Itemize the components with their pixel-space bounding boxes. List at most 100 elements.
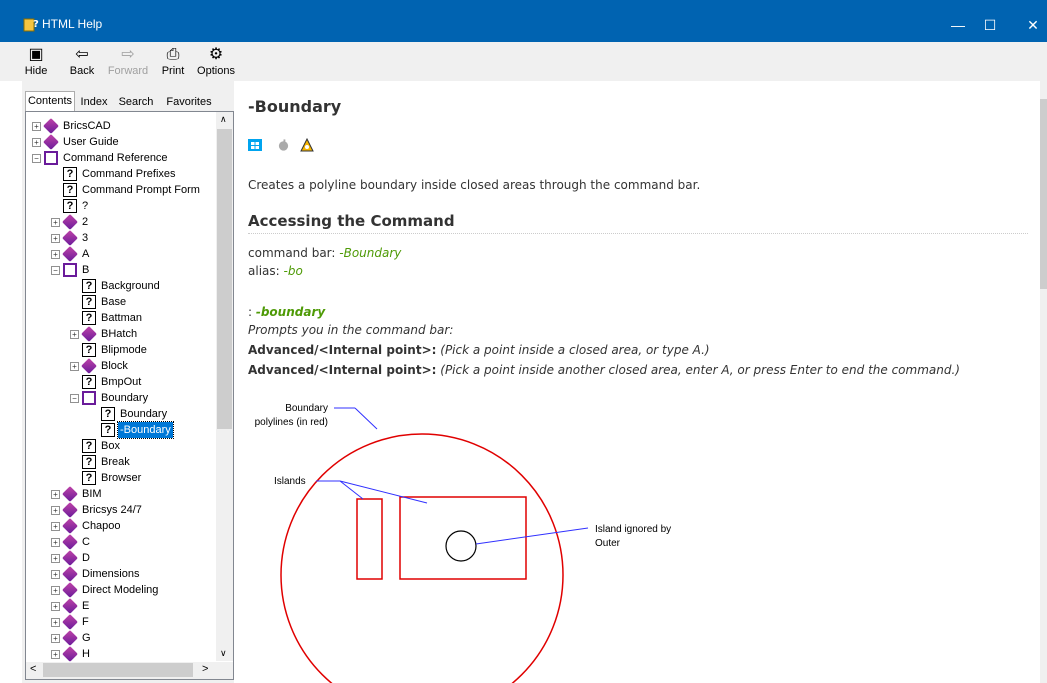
tree-item-label: Dimensions xyxy=(82,568,140,580)
tree-item-label: Direct Modeling xyxy=(82,584,159,596)
scroll-left-icon[interactable]: < xyxy=(30,663,36,675)
navigation-pane: Contents Index Search Favorites + BricsCA… xyxy=(22,81,234,683)
expand-icon[interactable]: + xyxy=(51,490,60,499)
scroll-up-icon[interactable]: ∧ xyxy=(220,114,227,125)
topic-page-icon: ? xyxy=(82,439,96,453)
topic-page-icon: ? xyxy=(82,311,96,325)
tree-item-label: Box xyxy=(101,440,120,452)
options-button[interactable]: ⚙ Options xyxy=(197,45,235,77)
alias-value: -bo xyxy=(283,264,303,278)
print-button[interactable]: ⎙ Print xyxy=(158,45,188,77)
tab-search[interactable]: Search xyxy=(115,93,157,111)
tree-item-label: H xyxy=(82,648,90,660)
tab-index[interactable]: Index xyxy=(77,93,111,111)
forward-arrow-icon: ⇨ xyxy=(121,46,135,63)
back-arrow-icon: ⇦ xyxy=(75,46,89,63)
expand-icon[interactable]: + xyxy=(51,618,60,627)
expand-icon[interactable]: + xyxy=(51,522,60,531)
expand-icon[interactable]: + xyxy=(70,330,79,339)
print-label: Print xyxy=(161,65,185,77)
closed-book-icon xyxy=(43,134,59,150)
back-button[interactable]: ⇦ Back xyxy=(67,45,97,77)
closed-book-icon xyxy=(62,550,78,566)
tree-horizontal-scrollbar[interactable]: < > xyxy=(26,662,233,679)
tree-hscroll-thumb[interactable] xyxy=(43,663,193,677)
content-scroll-thumb[interactable] xyxy=(1040,99,1047,289)
collapse-icon[interactable]: − xyxy=(51,266,60,275)
toolbar: ▣ Hide ⇦ Back ⇨ Forward ⎙ Print ⚙ Option… xyxy=(0,42,1047,81)
expand-icon[interactable]: + xyxy=(51,538,60,547)
expand-icon[interactable]: + xyxy=(32,122,41,131)
scroll-right-icon[interactable]: > xyxy=(202,663,208,675)
tree-vertical-scrollbar[interactable]: ∧ ∨ xyxy=(216,112,233,661)
tree-item-label: Chapoo xyxy=(82,520,121,532)
option2-label: Advanced/<Internal point>: xyxy=(248,363,437,377)
expand-icon[interactable]: + xyxy=(70,362,79,371)
expand-icon[interactable]: + xyxy=(51,570,60,579)
expand-icon[interactable]: + xyxy=(51,554,60,563)
tree-item-label: Background xyxy=(101,280,160,292)
closed-book-icon xyxy=(62,502,78,518)
closed-book-icon xyxy=(62,486,78,502)
topic-page-icon: ? xyxy=(82,455,96,469)
tab-favorites[interactable]: Favorites xyxy=(163,93,215,111)
tab-contents[interactable]: Contents xyxy=(25,91,75,112)
label-polylines: polylines (in red) xyxy=(255,417,328,428)
closed-book-icon xyxy=(62,598,78,614)
island-ignored-leader xyxy=(475,527,589,545)
command-bar-label: command bar: xyxy=(248,246,336,260)
expand-icon[interactable]: + xyxy=(51,234,60,243)
alias-line: alias: -bo xyxy=(248,264,303,278)
topic-page-icon: ? xyxy=(82,295,96,309)
expand-icon[interactable]: + xyxy=(51,602,60,611)
tree-item-label: 3 xyxy=(82,232,89,244)
closed-book-icon xyxy=(62,566,78,582)
close-button[interactable]: ✕ xyxy=(1018,12,1047,38)
command-bar-line: command bar: -Boundary xyxy=(248,246,401,260)
option2-text: (Pick a point inside another closed area… xyxy=(440,363,960,377)
option-line-1: Advanced/<Internal point>: (Pick a point… xyxy=(248,343,710,357)
scroll-down-icon[interactable]: ∨ xyxy=(220,648,227,659)
forward-button[interactable]: ⇨ Forward xyxy=(106,45,150,77)
expand-icon[interactable]: + xyxy=(51,650,60,659)
tree-scroll-thumb[interactable] xyxy=(217,129,232,429)
nav-tabs: Contents Index Search Favorites xyxy=(25,91,232,112)
boundary-leader-2 xyxy=(354,407,378,430)
expand-icon[interactable]: + xyxy=(51,634,60,643)
minimize-button[interactable]: — xyxy=(943,12,973,38)
linux-icon xyxy=(300,138,314,152)
tree-item-label: Base xyxy=(101,296,127,308)
command-bar-value: -Boundary xyxy=(339,246,402,260)
content-vertical-scrollbar[interactable] xyxy=(1040,81,1047,683)
expand-icon[interactable]: + xyxy=(51,506,60,515)
expand-icon[interactable]: + xyxy=(51,586,60,595)
tree-item-label: A xyxy=(82,248,90,260)
tree-item-label: Break xyxy=(101,456,130,468)
maximize-button[interactable]: ☐ xyxy=(975,12,1005,38)
closed-book-icon xyxy=(62,246,78,262)
expand-icon[interactable]: + xyxy=(51,250,60,259)
option1-label: Advanced/<Internal point>: xyxy=(248,343,437,357)
tree-item-label: E xyxy=(82,600,90,612)
island-rect-large xyxy=(399,496,527,580)
tree-item-label: Block xyxy=(101,360,128,372)
expand-icon[interactable]: + xyxy=(32,138,41,147)
expand-icon[interactable]: + xyxy=(51,218,60,227)
island-circle xyxy=(445,530,477,562)
hide-button[interactable]: ▣ Hide xyxy=(23,45,49,77)
topic-description: Creates a polyline boundary inside close… xyxy=(248,178,701,192)
closed-book-icon xyxy=(62,630,78,646)
island-rect-small xyxy=(356,498,383,580)
forward-label: Forward xyxy=(107,65,149,77)
closed-book-icon xyxy=(62,582,78,598)
topic-page-icon: ? xyxy=(101,423,115,437)
section-divider xyxy=(248,233,1028,234)
collapse-icon[interactable]: − xyxy=(70,394,79,403)
label-boundary: Boundary xyxy=(285,403,328,414)
apple-icon xyxy=(278,139,289,151)
collapse-icon[interactable]: − xyxy=(32,154,41,163)
open-book-icon xyxy=(44,151,58,165)
topic-page-icon: ? xyxy=(82,471,96,485)
windows-icon xyxy=(248,139,262,151)
printer-icon: ⎙ xyxy=(166,46,180,63)
